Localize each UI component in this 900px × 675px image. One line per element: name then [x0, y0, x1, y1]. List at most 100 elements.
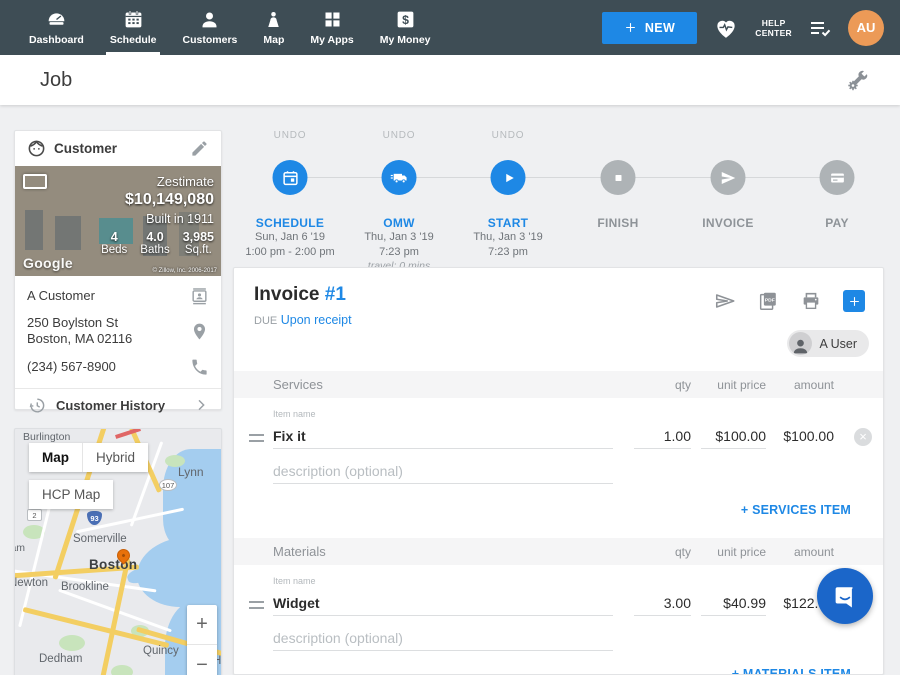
address-line1: 250 Boylston St	[27, 315, 118, 330]
amount-column-header: amount	[764, 378, 834, 392]
nav-item-dashboard[interactable]: Dashboard	[16, 0, 97, 55]
zoom-out-button[interactable]: −	[187, 645, 217, 675]
built-year: Built in 1911	[101, 212, 214, 226]
map-widget: Burlington Lynn Somerville Boston Waltha…	[14, 428, 222, 675]
add-invoice-item-button[interactable]	[843, 290, 865, 312]
nav-label: My Apps	[310, 34, 353, 46]
checklist-icon[interactable]	[808, 16, 832, 40]
step-label: PAY	[777, 216, 897, 230]
undo-button[interactable]: UNDO	[230, 130, 350, 144]
item-name-input[interactable]	[273, 423, 613, 449]
item-unit-price-input[interactable]	[701, 423, 766, 449]
nav-item-my-money[interactable]: $ My Money	[367, 0, 444, 55]
job-settings-wrench-icon[interactable]	[846, 68, 870, 92]
map-label-dedham: Dedham	[39, 653, 82, 665]
undo-button[interactable]: UNDO	[339, 130, 459, 144]
nav-item-my-apps[interactable]: My Apps	[297, 0, 366, 55]
step-time: 7:23 pm	[339, 245, 459, 260]
drag-handle[interactable]	[249, 601, 264, 613]
step-label: FINISH	[558, 216, 678, 230]
person-icon	[791, 336, 810, 355]
nav-item-customers[interactable]: Customers	[170, 0, 251, 55]
hybrid-button[interactable]: Hybrid	[83, 443, 148, 472]
schedule-step-button[interactable]	[273, 160, 308, 195]
timeline-step-finish: FINISH	[558, 130, 678, 230]
item-qty-input[interactable]	[634, 423, 691, 449]
invoice-number[interactable]: #1	[325, 284, 346, 305]
beds-value: 4	[101, 230, 127, 244]
undo-spacer	[668, 130, 788, 144]
help-center-button[interactable]: HELP CENTER	[755, 18, 792, 38]
beds-label: Beds	[101, 244, 127, 256]
assigned-user-name: A User	[819, 337, 857, 351]
item-unit-price-input[interactable]	[701, 590, 766, 616]
assigned-user-chip[interactable]: A User	[787, 330, 869, 357]
zestimate-value: $10,149,080	[101, 191, 214, 209]
omw-step-button[interactable]	[382, 160, 417, 195]
invoice-title: Invoice #1	[254, 284, 346, 306]
zoom-in-button[interactable]: +	[187, 605, 217, 645]
user-avatar[interactable]: AU	[848, 10, 884, 46]
top-nav: Dashboard Schedule Customers Map My Apps…	[0, 0, 900, 55]
start-step-button[interactable]	[491, 160, 526, 195]
chevron-right-icon	[193, 397, 209, 413]
nav-item-map[interactable]: Map	[250, 0, 297, 55]
item-description-input[interactable]	[273, 625, 613, 651]
send-invoice-icon[interactable]	[714, 290, 736, 312]
undo-spacer	[777, 130, 897, 144]
step-label: INVOICE	[668, 216, 788, 230]
delete-item-button[interactable]: ×	[854, 428, 872, 446]
new-button[interactable]: NEW	[602, 12, 697, 44]
item-qty-input[interactable]	[634, 590, 691, 616]
timeline-step-start: UNDO START Thu, Jan 3 '19 7:23 pm	[448, 130, 568, 259]
add-services-item-link[interactable]: + SERVICES ITEM	[551, 503, 851, 517]
map-button[interactable]: Map	[29, 443, 83, 472]
undo-button[interactable]: UNDO	[448, 130, 568, 144]
drag-handle[interactable]	[249, 434, 264, 446]
finish-step-button[interactable]	[601, 160, 636, 195]
zillow-copyright: © Zillow, Inc. 2006-2017	[153, 268, 217, 274]
stop-icon	[610, 170, 626, 186]
image-frame-icon	[23, 174, 47, 189]
step-label: SCHEDULE	[230, 216, 350, 230]
item-description-input[interactable]	[273, 458, 613, 484]
nav-label: Dashboard	[29, 34, 84, 46]
map-pin-icon	[263, 9, 284, 30]
sqft-label: Sq.ft.	[183, 244, 214, 256]
step-date: Sun, Jan 6 '19	[230, 230, 350, 245]
history-icon	[27, 396, 46, 415]
location-pin-icon[interactable]	[190, 322, 209, 341]
nav-label: Schedule	[110, 34, 157, 46]
property-photo: Zestimate $10,149,080 Built in 1911 4Bed…	[15, 166, 221, 276]
add-materials-item-link[interactable]: + MATERIALS ITEM	[551, 667, 851, 675]
customer-face-icon	[27, 139, 46, 158]
pay-step-button[interactable]	[820, 160, 855, 195]
map-label-quincy: Quincy	[143, 645, 179, 657]
edit-pencil-icon[interactable]	[190, 139, 209, 158]
contact-card-icon[interactable]	[190, 287, 209, 306]
map-park	[111, 665, 133, 675]
invoice-step-button[interactable]	[711, 160, 746, 195]
due-value-link[interactable]: Upon receipt	[281, 313, 352, 327]
play-icon	[499, 169, 517, 187]
photo-detail	[55, 216, 81, 250]
chat-bubble-button[interactable]	[817, 568, 873, 624]
photo-detail	[25, 210, 43, 250]
pdf-icon[interactable]: PDF	[757, 290, 779, 312]
timeline-step-invoice: INVOICE	[668, 130, 788, 230]
map-highway	[97, 558, 131, 675]
hcp-map-button[interactable]: HCP Map	[29, 480, 113, 509]
print-icon[interactable]	[800, 290, 822, 312]
money-icon: $	[395, 9, 416, 30]
phone-icon[interactable]	[190, 358, 209, 377]
zestimate-label: Zestimate	[101, 174, 214, 189]
item-name-label: Item name	[273, 409, 316, 419]
nav-item-schedule[interactable]: Schedule	[97, 0, 170, 55]
send-icon	[719, 169, 737, 187]
item-name-input[interactable]	[273, 590, 613, 616]
customer-history-label: Customer History	[56, 398, 183, 413]
step-label: START	[448, 216, 568, 230]
health-heart-icon[interactable]	[713, 15, 739, 41]
svg-text:$: $	[402, 13, 409, 27]
customer-history-button[interactable]: Customer History	[15, 388, 221, 421]
